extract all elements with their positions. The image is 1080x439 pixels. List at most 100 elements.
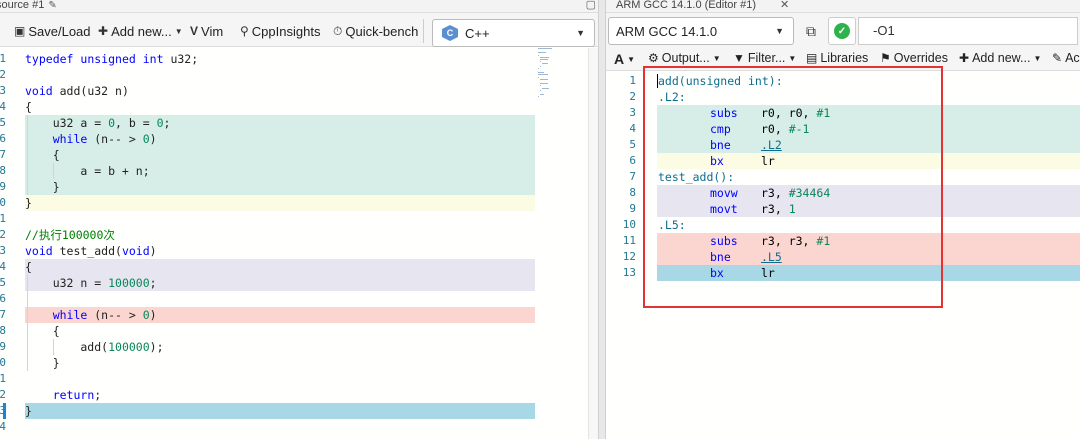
source-line[interactable]: 1 <box>0 211 598 227</box>
asm-opcode: bne <box>710 138 731 152</box>
line-number: 9 <box>0 180 6 193</box>
asm-line[interactable]: 10 .L5: <box>606 217 1080 233</box>
line-number: 3 <box>0 244 6 257</box>
save-load-button[interactable]: ▣ Save/Load <box>14 22 91 40</box>
line-number: 9 <box>629 202 636 215</box>
source-line[interactable]: 9 add(100000); <box>0 339 598 355</box>
filter-menu[interactable]: ▼ Filter... ▼ <box>733 51 796 65</box>
source-line[interactable]: 7 { <box>0 147 598 163</box>
caret-down-icon: ▼ <box>1033 53 1042 63</box>
line-text: { <box>25 148 60 162</box>
asm-line[interactable]: 6 bx lr <box>606 153 1080 169</box>
add-new-button[interactable]: ✚ Add new... ▼ <box>98 22 186 40</box>
asm-line[interactable]: 12 bne .L5 <box>606 249 1080 265</box>
compile-status-button[interactable]: ✓ <box>828 17 856 45</box>
indent-guide <box>53 163 54 179</box>
assembly-output[interactable]: 1 add(unsigned int): 2 .L2: 3 subs r0, r0, #1 4… <box>606 71 1080 439</box>
source-line[interactable]: 5 u32 a = 0, b = 0; <box>0 115 598 131</box>
source-line[interactable]: 6 <box>0 291 598 307</box>
line-number: 1 <box>0 52 6 65</box>
plus-icon: ✚ <box>98 24 109 38</box>
vim-toggle[interactable]: V Vim <box>190 22 223 40</box>
asm-line[interactable]: 2 .L2: <box>606 89 1080 105</box>
asm-line[interactable]: 4 cmp r0, #-1 <box>606 121 1080 137</box>
source-line[interactable]: 1 typedef unsigned int u32; <box>0 51 598 67</box>
output-menu[interactable]: ⚙ Output... ▼ <box>648 51 721 65</box>
popout-icon[interactable]: ⧉ <box>798 17 824 45</box>
maximize-icon[interactable]: ▢ <box>586 0 596 11</box>
asm-line[interactable]: 7 test_add(): <box>606 169 1080 185</box>
source-line[interactable]: 4{ <box>0 99 598 115</box>
asm-line[interactable]: 3 subs r0, r0, #1 <box>606 105 1080 121</box>
label-link[interactable]: .L5 <box>761 250 782 264</box>
asm-line[interactable]: 8 movw r3, #34464 <box>606 185 1080 201</box>
source-line[interactable]: 4 <box>0 419 598 435</box>
caret-down-icon: ▼ <box>712 53 721 63</box>
add-tool-button[interactable]: ✎ Ac <box>1052 51 1080 65</box>
line-text: void test_add(void) <box>25 244 157 258</box>
close-icon[interactable]: ✕ <box>780 0 789 11</box>
caret-down-icon: ▼ <box>576 28 585 38</box>
pencil-icon[interactable]: ✎ <box>48 0 56 11</box>
asm-line[interactable]: 5 bne .L2 <box>606 137 1080 153</box>
line-highlight <box>25 259 535 275</box>
asm-line[interactable]: 13 bx lr <box>606 265 1080 281</box>
source-line[interactable]: 2 <box>0 67 598 83</box>
cppinsights-button[interactable]: ⚲ CppInsights <box>240 22 320 40</box>
source-line[interactable]: 8 a = b + n; <box>0 163 598 179</box>
source-line[interactable]: 0} <box>0 195 598 211</box>
source-line[interactable]: 5 u32 n = 100000; <box>0 275 598 291</box>
label-link[interactable]: .L2 <box>761 138 782 152</box>
source-tab[interactable]: source #1 ✎ <box>0 0 57 11</box>
source-line[interactable]: 0 } <box>0 355 598 371</box>
source-line[interactable]: 3 void test_add(void) <box>0 243 598 259</box>
compiler-options-input[interactable]: -O1 <box>858 17 1078 45</box>
asm-opcode: bx <box>710 154 724 168</box>
source-code-editor[interactable]: 1 typedef unsigned int u32; 2 3 void add(u32… <box>0 48 598 439</box>
source-line[interactable]: 6 while (n-- > 0) <box>0 131 598 147</box>
source-line[interactable]: 4{ <box>0 259 598 275</box>
line-number: 13 <box>622 266 636 279</box>
indent-guide <box>27 115 28 195</box>
line-highlight <box>25 179 535 195</box>
line-text: } <box>25 356 60 370</box>
source-line[interactable]: 8 { <box>0 323 598 339</box>
asm-operands: r0, #-1 <box>761 122 810 136</box>
line-number: 6 <box>0 132 6 145</box>
source-line[interactable]: 1 <box>0 371 598 387</box>
source-line[interactable]: 3 void add(u32 n) <box>0 83 598 99</box>
asm-line[interactable]: 1 add(unsigned int): <box>606 73 1080 89</box>
line-highlight <box>25 403 535 419</box>
overrides-button[interactable]: ⚑ Overrides <box>880 51 948 65</box>
asm-operands: .L2 <box>761 137 782 153</box>
compiler-select[interactable]: ARM GCC 14.1.0 ▼ <box>608 17 794 45</box>
minimap-row <box>538 48 552 49</box>
line-text: typedef unsigned int u32; <box>25 52 199 66</box>
quickbench-button[interactable]: ⏱ Quick-bench <box>333 22 418 40</box>
line-number: 7 <box>629 170 636 183</box>
source-line[interactable]: 2 //执行100000次 <box>0 227 598 243</box>
source-line[interactable]: 7 while (n-- > 0) <box>0 307 598 323</box>
line-number: 3 <box>629 106 636 119</box>
source-line[interactable]: 3} <box>0 403 598 419</box>
language-select[interactable]: C C++ ▼ <box>432 19 595 47</box>
cursor-line-marker <box>3 403 6 419</box>
libraries-button[interactable]: ▤ Libraries <box>806 51 868 65</box>
line-text: u32 a = 0, b = 0; <box>25 116 171 130</box>
source-editor-pane: source #1 ✎ ▢ ▣ Save/Load ✚ Add new... ▼ V Vi… <box>0 0 598 439</box>
compiler-tab-label[interactable]: ARM GCC 14.1.0 (Editor #1) <box>616 0 756 11</box>
pane-splitter[interactable] <box>598 0 606 439</box>
asm-operands: r3, 1 <box>761 202 796 216</box>
caret-down-icon: ▼ <box>174 26 183 36</box>
line-text: { <box>25 324 60 338</box>
toolbar-divider <box>423 19 424 43</box>
font-size-button[interactable]: A ▼ <box>614 51 635 67</box>
line-number: 2 <box>629 90 636 103</box>
add-new-pane-button[interactable]: ✚ Add new... ▼ <box>959 51 1041 65</box>
line-text: u32 n = 100000; <box>25 276 157 290</box>
asm-line[interactable]: 11 subs r3, r3, #1 <box>606 233 1080 249</box>
line-number: 6 <box>0 292 6 305</box>
source-line[interactable]: 2 return; <box>0 387 598 403</box>
asm-line[interactable]: 9 movt r3, 1 <box>606 201 1080 217</box>
source-line[interactable]: 9 } <box>0 179 598 195</box>
